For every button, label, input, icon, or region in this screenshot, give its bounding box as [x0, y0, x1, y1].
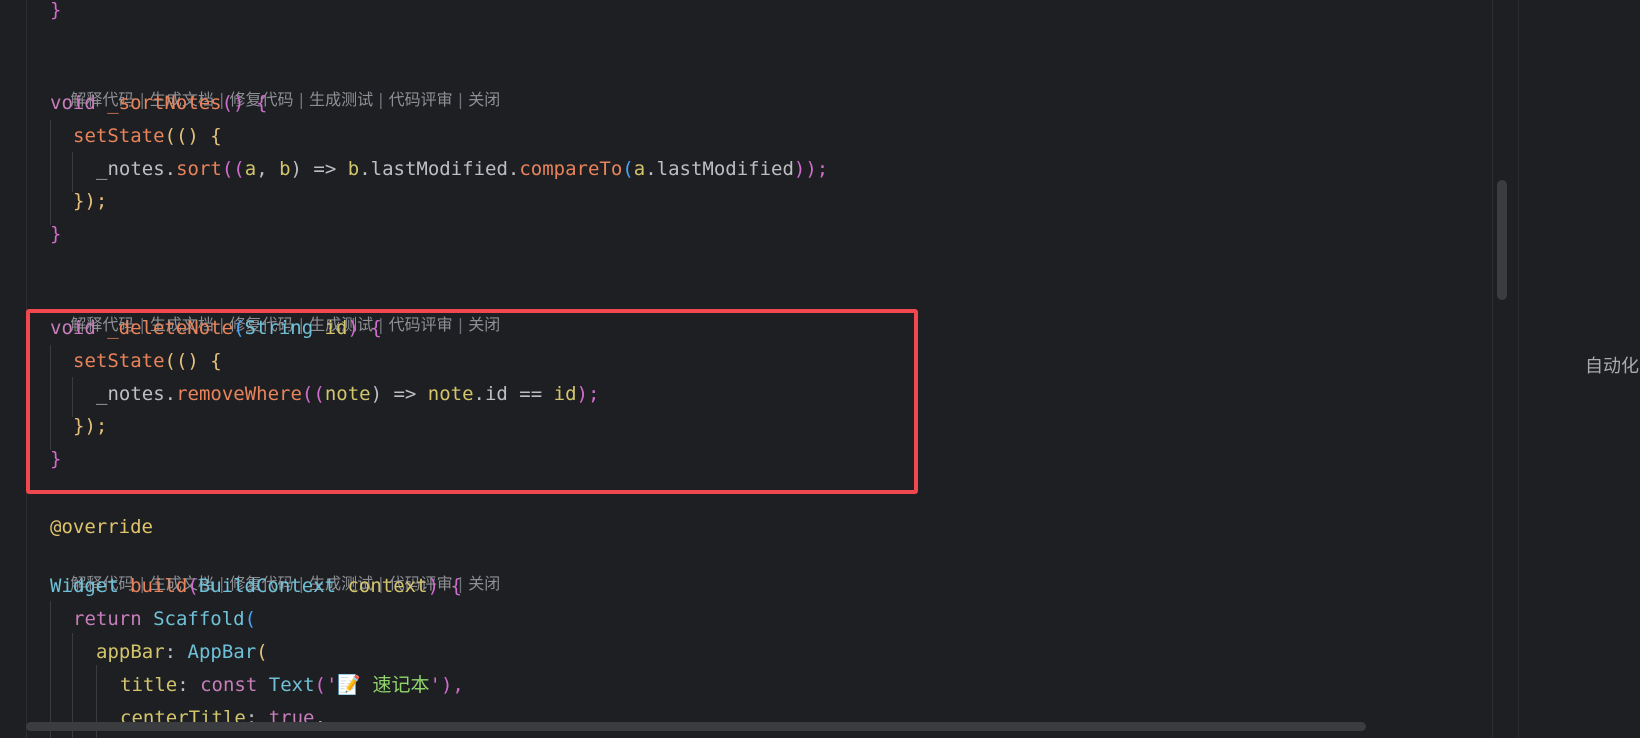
- code-line: void _sortNotes() {: [50, 92, 268, 114]
- code-line: }: [50, 223, 62, 245]
- side-panel-label: 自动化: [1585, 356, 1639, 377]
- code-line: title: const Text('📝 速记本'),: [120, 674, 464, 696]
- code-line: _notes.sort((a, b) => b.lastModified.com…: [96, 158, 829, 180]
- vertical-scrollbar-track[interactable]: [1494, 0, 1508, 738]
- code-editor[interactable]: } 解释代码 | 生成文档 | 修复代码 | 生成测试 | 代码评审 | 关闭 …: [0, 0, 1492, 738]
- code-lens-bar: 解释代码 | 生成文档 | 修复代码 | 生成测试 | 代码评审 | 关闭: [70, 574, 501, 593]
- generate-tests-link[interactable]: 生成测试: [309, 90, 373, 109]
- code-lens-bar: 解释代码 | 生成文档 | 修复代码 | 生成测试 | 代码评审 | 关闭: [70, 90, 501, 109]
- close-lens-link[interactable]: 关闭: [468, 90, 500, 109]
- highlight-box: [26, 309, 918, 494]
- code-line: appBar: AppBar(: [96, 641, 268, 663]
- code-line: return Scaffold(: [73, 608, 257, 630]
- code-line: Widget build(BuildContext context) {: [50, 575, 462, 597]
- code-line: }: [50, 0, 62, 21]
- code-line: @override: [50, 516, 153, 538]
- code-line: });: [73, 190, 108, 212]
- code-line: setState(() {: [73, 125, 222, 147]
- vertical-scrollbar[interactable]: [1497, 180, 1507, 300]
- close-lens-link[interactable]: 关闭: [468, 574, 500, 593]
- code-review-link[interactable]: 代码评审: [389, 90, 453, 109]
- horizontal-scrollbar[interactable]: [26, 722, 1366, 731]
